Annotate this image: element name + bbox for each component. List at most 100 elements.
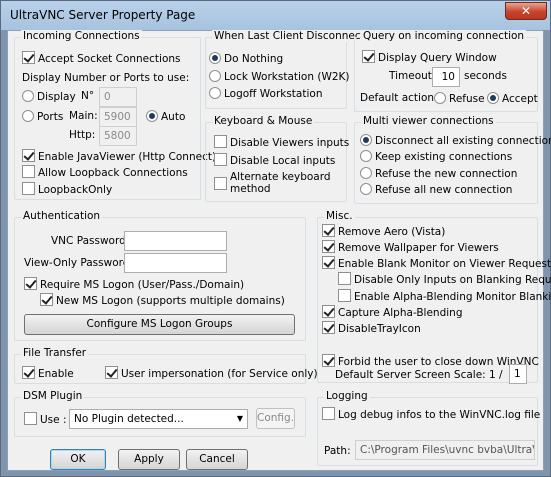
require-ms-logon-label: Require MS Logon (User/Pass./Domain): [40, 279, 245, 291]
radio-selected-icon: [360, 134, 372, 146]
display-number-field[interactable]: 0: [99, 87, 137, 107]
dsm-plugin-select[interactable]: No Plugin detected... ▼: [69, 409, 248, 429]
dsm-plugin-title: DSM Plugin: [21, 390, 85, 402]
forbid-close-checkbox[interactable]: Forbid the user to close down WinVNC: [322, 354, 539, 369]
keep-existing-label: Keep existing connections: [375, 151, 513, 163]
alpha-blending-blanking-checkbox[interactable]: Enable Alpha-Blending Monitor Blanking: [338, 289, 551, 304]
allow-loopback-checkbox[interactable]: Allow Loopback Connections: [22, 165, 188, 180]
log-debug-label: Log debug infos to the WinVNC.log file: [338, 409, 541, 421]
disable-viewers-inputs-label: Disable Viewers inputs: [230, 137, 350, 149]
checkbox-unchecked-icon: [214, 135, 227, 148]
alternate-keyboard-checkbox[interactable]: [214, 177, 230, 192]
disable-local-inputs-checkbox[interactable]: Disable Local inputs: [214, 153, 335, 168]
dsm-config-button[interactable]: Config.: [256, 408, 295, 429]
chevron-down-icon: ▼: [236, 414, 243, 423]
accept-radio[interactable]: Accept: [487, 92, 538, 106]
dialog-body: Incoming Connections Accept Socket Conne…: [7, 30, 551, 471]
checkbox-checked-icon: [22, 51, 35, 64]
allow-loopback-label: Allow Loopback Connections: [38, 167, 188, 179]
accept-socket-label: Accept Socket Connections: [38, 53, 181, 65]
multi-viewer-title: Multi viewer connections: [361, 115, 496, 127]
radio-unselected-icon: [360, 150, 372, 162]
radio-selected-icon: [146, 110, 158, 122]
log-debug-checkbox[interactable]: Log debug infos to the WinVNC.log file: [322, 407, 540, 422]
screen-scale-prefix: 1 /: [489, 369, 503, 381]
checkbox-unchecked-icon: [338, 272, 351, 285]
vnc-password-field[interactable]: [124, 231, 227, 251]
accept-socket-checkbox[interactable]: Accept Socket Connections: [22, 51, 181, 66]
cancel-button[interactable]: Cancel: [186, 449, 248, 470]
timeout-label: Timeout:: [389, 70, 436, 82]
timeout-field[interactable]: 10: [432, 67, 460, 87]
ports-radio[interactable]: Ports: [22, 110, 63, 124]
logoff-workstation-label: Logoff Workstation: [224, 88, 323, 100]
disable-viewers-inputs-checkbox[interactable]: Disable Viewers inputs: [214, 135, 349, 150]
checkbox-checked-icon: [105, 366, 118, 379]
disconnect-all-radio[interactable]: Disconnect all existing connections: [360, 134, 551, 148]
checkbox-unchecked-icon: [24, 412, 37, 425]
capture-alpha-blending-label: Capture Alpha-Blending: [338, 307, 463, 319]
radio-selected-icon: [487, 92, 499, 104]
checkbox-unchecked-icon: [214, 153, 227, 166]
display-number-label: N°: [81, 90, 95, 102]
query-incoming-title: Query on incoming connection: [361, 30, 527, 42]
alpha-blending-blanking-label: Enable Alpha-Blending Monitor Blanking: [354, 291, 551, 303]
checkbox-checked-icon: [22, 366, 35, 379]
screen-scale-field[interactable]: 1: [509, 364, 527, 384]
last-client-disconnects-title: When Last Client Disconnects: [212, 30, 373, 42]
auto-radio[interactable]: Auto: [146, 110, 185, 124]
http-port-field[interactable]: 5800: [99, 126, 137, 146]
checkbox-checked-icon: [22, 149, 35, 162]
ok-button[interactable]: OK: [50, 449, 106, 470]
display-radio[interactable]: Display: [22, 90, 76, 104]
radio-unselected-icon: [22, 90, 34, 102]
display-radio-label: Display: [37, 91, 76, 103]
enable-javaviewer-checkbox[interactable]: Enable JavaViewer (Http Connect): [22, 149, 216, 164]
close-button[interactable]: ✕: [505, 2, 547, 20]
checkbox-unchecked-icon: [322, 407, 335, 420]
dsm-use-label: Use :: [40, 414, 67, 426]
checkbox-checked-icon: [322, 354, 335, 367]
disable-only-inputs-checkbox[interactable]: Disable Only Inputs on Blanking Request: [338, 272, 551, 287]
do-nothing-radio[interactable]: Do Nothing: [209, 52, 283, 66]
checkbox-checked-icon: [40, 293, 53, 306]
view-only-password-field[interactable]: [124, 253, 227, 273]
apply-button[interactable]: Apply: [118, 449, 180, 470]
log-path-field[interactable]: C:\Program Files\uvnc bvba\UltraVnc: [355, 440, 535, 460]
title-bar[interactable]: UltraVNC Server Property Page ✕: [1, 1, 550, 30]
refuse-radio[interactable]: Refuse: [434, 92, 485, 106]
logging-title: Logging: [324, 390, 370, 402]
refuse-new-label: Refuse the new connection: [375, 168, 518, 180]
checkbox-checked-icon: [322, 321, 335, 334]
view-only-password-label: View-Only Password:: [24, 257, 133, 269]
radio-unselected-icon: [209, 87, 221, 99]
remove-aero-checkbox[interactable]: Remove Aero (Vista): [322, 224, 445, 239]
enable-blank-monitor-checkbox[interactable]: Enable Blank Monitor on Viewer Request: [322, 256, 551, 271]
radio-unselected-icon: [360, 183, 372, 195]
authentication-title: Authentication: [21, 210, 103, 222]
configure-ms-logon-groups-button[interactable]: Configure MS Logon Groups: [24, 314, 295, 335]
main-port-field[interactable]: 5900: [99, 107, 137, 127]
keep-existing-radio[interactable]: Keep existing connections: [360, 150, 512, 164]
radio-unselected-icon: [360, 167, 372, 179]
new-ms-logon-checkbox[interactable]: New MS Logon (supports multiple domains): [40, 293, 285, 308]
require-ms-logon-checkbox[interactable]: Require MS Logon (User/Pass./Domain): [24, 277, 244, 292]
refuse-new-radio[interactable]: Refuse the new connection: [360, 167, 517, 181]
remove-wallpaper-checkbox[interactable]: Remove Wallpaper for Viewers: [322, 240, 499, 255]
refuse-all-radio[interactable]: Refuse all new connection: [360, 183, 512, 197]
checkbox-checked-icon: [24, 277, 37, 290]
file-transfer-enable-label: Enable: [38, 368, 74, 380]
capture-alpha-blending-checkbox[interactable]: Capture Alpha-Blending: [322, 305, 463, 320]
disable-tray-icon-checkbox[interactable]: DisableTrayIcon: [322, 321, 421, 336]
user-impersonation-checkbox[interactable]: User impersonation (for Service only): [105, 366, 318, 381]
file-transfer-enable-checkbox[interactable]: Enable: [22, 366, 74, 381]
dsm-use-checkbox[interactable]: Use :: [24, 412, 67, 427]
keyboard-mouse-title: Keyboard & Mouse: [212, 115, 315, 127]
main-port-label: Main:: [69, 110, 98, 122]
display-query-checkbox[interactable]: Display Query Window: [362, 50, 497, 65]
lock-workstation-radio[interactable]: Lock Workstation (W2K): [209, 70, 349, 84]
alternate-keyboard-label-line2: method: [230, 183, 271, 195]
loopback-only-checkbox[interactable]: LoopbackOnly: [22, 182, 112, 197]
logoff-workstation-radio[interactable]: Logoff Workstation: [209, 87, 322, 101]
refuse-all-label: Refuse all new connection: [375, 184, 513, 196]
